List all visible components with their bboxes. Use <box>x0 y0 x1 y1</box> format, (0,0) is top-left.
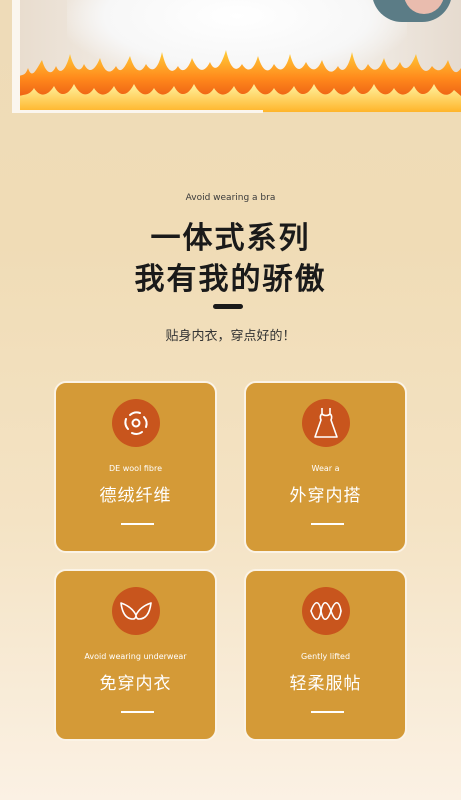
feature-en-label: Avoid wearing underwear <box>84 652 187 661</box>
title-line-2: 我有我的骄傲 <box>134 262 327 297</box>
feature-underline <box>311 711 344 713</box>
feature-card-wool-fibre: DE wool fibre 德绒纤维 <box>54 381 217 553</box>
feature-card-wear-outside: Wear a 外穿内搭 <box>244 381 407 553</box>
eyebrow-text: Avoid wearing a bra <box>185 193 276 203</box>
dress-icon <box>302 399 350 447</box>
bra-icon <box>112 587 160 635</box>
fiber-cycle-icon <box>112 399 160 447</box>
feature-cn-label: 外穿内搭 <box>289 486 362 506</box>
feature-card-gently-lifted: Gently lifted 轻柔服帖 <box>244 569 407 741</box>
wave-lift-icon <box>302 587 350 635</box>
feature-en-label: Gently lifted <box>300 652 351 661</box>
feature-underline <box>311 523 344 525</box>
feature-en-label: DE wool fibre <box>108 464 162 473</box>
feature-underline <box>121 523 154 525</box>
slogan-text: 贴身内衣，穿点好的！ <box>165 329 296 344</box>
feature-cn-label: 轻柔服帖 <box>289 674 362 694</box>
feature-cn-label: 德绒纤维 <box>99 486 172 506</box>
feature-en-label: Wear a <box>311 464 340 473</box>
feature-underline <box>121 711 154 713</box>
title-divider <box>213 304 243 309</box>
flames-graphic <box>12 50 461 112</box>
title-line-1: 一体式系列 <box>150 221 311 256</box>
feature-cn-label: 免穿内衣 <box>99 674 172 694</box>
feature-card-no-bra: Avoid wearing underwear 免穿内衣 <box>54 569 217 741</box>
hero-banner-image <box>12 0 461 112</box>
